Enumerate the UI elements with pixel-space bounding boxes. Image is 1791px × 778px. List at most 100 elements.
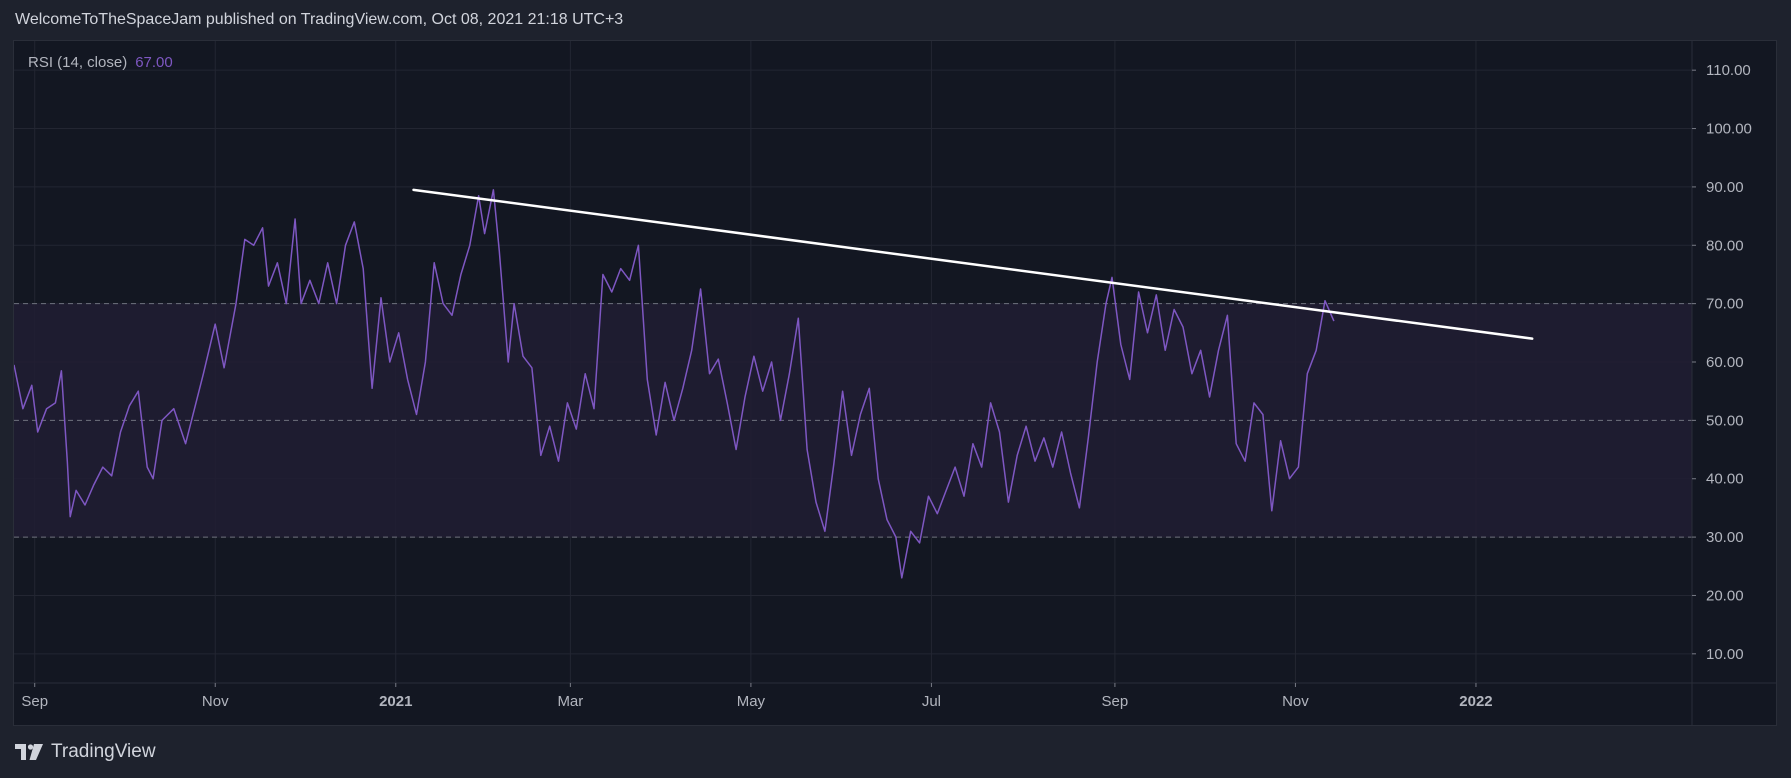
rsi-point	[46, 408, 47, 409]
rsi-point	[478, 195, 479, 196]
rsi-point	[842, 391, 843, 392]
rsi-point	[345, 245, 346, 246]
rsi-point	[771, 361, 772, 362]
rsi-point	[224, 367, 225, 368]
rsi-point	[1129, 379, 1130, 380]
rsi-point	[955, 467, 956, 468]
rsi-point	[1227, 315, 1228, 316]
rsi-point	[1280, 440, 1281, 441]
rsi-point	[138, 391, 139, 392]
rsi-point	[93, 484, 94, 485]
rsi-point	[682, 388, 683, 389]
rsi-point	[1307, 373, 1308, 374]
y-tick-label: 110.00	[1706, 62, 1751, 79]
rsi-point	[215, 324, 216, 325]
rsi-point	[31, 385, 32, 386]
rsi-point	[286, 303, 287, 304]
rsi-point	[1008, 502, 1009, 503]
rsi-point	[1236, 443, 1237, 444]
rsi-point	[629, 280, 630, 281]
rsi-point	[1156, 294, 1157, 295]
indicator-legend[interactable]: RSI (14, close) 67.00	[28, 54, 173, 71]
rsi-point	[946, 490, 947, 491]
rsi-point	[901, 577, 902, 578]
rsi-point	[1182, 326, 1183, 327]
rsi-point	[1333, 321, 1334, 322]
rsi-point	[1026, 426, 1027, 427]
rsi-point	[1316, 350, 1317, 351]
rsi-point	[493, 189, 494, 190]
rsi-point	[434, 262, 435, 263]
rsi-point	[990, 402, 991, 403]
rsi-point	[443, 303, 444, 304]
rsi-point	[194, 408, 195, 409]
y-tick-label: 80.00	[1706, 237, 1744, 254]
rsi-point	[1052, 467, 1053, 468]
rsi-point	[416, 414, 417, 415]
rsi-point	[1043, 437, 1044, 438]
rsi-point	[84, 504, 85, 505]
rsi-point	[102, 467, 103, 468]
rsi-point	[1245, 461, 1246, 462]
rsi-point	[999, 431, 1000, 432]
y-tick-label: 30.00	[1706, 529, 1744, 546]
rsi-point	[647, 379, 648, 380]
rsi-point	[389, 361, 390, 362]
rsi-point	[120, 431, 121, 432]
rsi-point	[318, 303, 319, 304]
chart-pane[interactable]: 10.00 20.00 30.00 40.00 50.00 60.00 70.00 80.00…	[13, 40, 1777, 726]
rsi-point	[1120, 344, 1121, 345]
tradingview-logo-icon	[15, 744, 43, 760]
rsi-point	[691, 350, 692, 351]
rsi-point	[1253, 402, 1254, 403]
rsi-point	[1298, 467, 1299, 468]
rsi-point	[1218, 350, 1219, 351]
rsi-point	[336, 303, 337, 304]
rsi-point	[508, 361, 509, 362]
rsi-point	[895, 537, 896, 538]
rsi-point	[709, 373, 710, 374]
rsi-point	[1147, 332, 1148, 333]
rsi-point	[327, 262, 328, 263]
rsi-point	[910, 531, 911, 532]
rsi-point	[585, 373, 586, 374]
rsi-point	[203, 373, 204, 374]
rsi-point	[161, 420, 162, 421]
rsi-point	[55, 402, 56, 403]
rsi-point	[484, 233, 485, 234]
rsi-point	[469, 245, 470, 246]
rsi-point	[1105, 303, 1106, 304]
rsi-point	[736, 449, 737, 450]
rsi-point	[235, 303, 236, 304]
rsi-point	[268, 286, 269, 287]
rsi-point	[61, 370, 62, 371]
rsi-point	[1271, 510, 1272, 511]
rsi-point	[700, 288, 701, 289]
rsi-point	[153, 478, 154, 479]
rsi-point	[173, 408, 174, 409]
rsi-point	[1200, 350, 1201, 351]
rsi-point	[558, 461, 559, 462]
rsi-point	[665, 382, 666, 383]
y-tick-label: 20.00	[1706, 587, 1744, 604]
rsi-point	[869, 388, 870, 389]
rsi-point	[262, 227, 263, 228]
y-tick-label: 100.00	[1706, 121, 1752, 138]
rsi-point	[380, 297, 381, 298]
rsi-point	[363, 268, 364, 269]
rsi-point	[1191, 373, 1192, 374]
rsi-point	[460, 274, 461, 275]
y-tick-label: 60.00	[1706, 354, 1744, 371]
x-tick-label: May	[737, 693, 766, 710]
rsi-chart[interactable]: 10.00 20.00 30.00 40.00 50.00 60.00 70.00 80.00…	[14, 41, 1776, 725]
y-tick-label: 70.00	[1706, 296, 1744, 313]
x-tick-label: Nov	[1282, 693, 1309, 710]
rsi-point	[833, 464, 834, 465]
rsi-point	[718, 359, 719, 360]
x-tick-label: 2022	[1459, 693, 1492, 710]
brand-footer[interactable]: TradingView	[15, 741, 156, 763]
rsi-point	[963, 496, 964, 497]
rsi-point	[807, 449, 808, 450]
rsi-point	[1262, 414, 1263, 415]
rsi-point	[638, 245, 639, 246]
